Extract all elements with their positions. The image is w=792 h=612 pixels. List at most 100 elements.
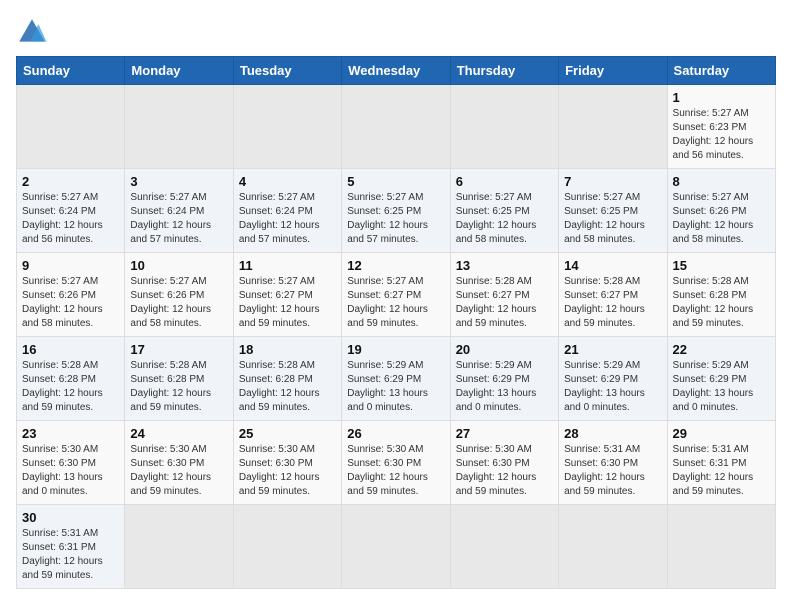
calendar-day-17: 17 Sunrise: 5:28 AM Sunset: 6:28 PM Dayli… — [125, 337, 233, 421]
day-number: 23 — [22, 426, 119, 441]
day-number: 9 — [22, 258, 119, 273]
calendar-week-3: 9 Sunrise: 5:27 AM Sunset: 6:26 PM Daylig… — [17, 253, 776, 337]
day-info: Sunrise: 5:28 AM Sunset: 6:28 PM Dayligh… — [673, 275, 770, 331]
calendar-header-wednesday: Wednesday — [342, 57, 450, 85]
day-info: Sunrise: 5:31 AM Sunset: 6:30 PM Dayligh… — [564, 443, 661, 499]
calendar-day-4: 4 Sunrise: 5:27 AM Sunset: 6:24 PM Daylig… — [233, 169, 341, 253]
calendar-day-19: 19 Sunrise: 5:29 AM Sunset: 6:29 PM Dayli… — [342, 337, 450, 421]
calendar-header-saturday: Saturday — [667, 57, 775, 85]
logo-icon — [16, 16, 48, 48]
day-number: 6 — [456, 174, 553, 189]
calendar-day-11: 11Sunrise: 5:27 AM Sunset: 6:27 PM Dayli… — [233, 253, 341, 337]
day-number: 5 — [347, 174, 444, 189]
calendar-day-5: 5 Sunrise: 5:27 AM Sunset: 6:25 PM Daylig… — [342, 169, 450, 253]
calendar-empty-cell — [233, 85, 341, 169]
day-number: 2 — [22, 174, 119, 189]
calendar-header-tuesday: Tuesday — [233, 57, 341, 85]
day-info: Sunrise: 5:27 AM Sunset: 6:24 PM Dayligh… — [239, 191, 336, 247]
calendar-day-30: 30Sunrise: 5:31 AM Sunset: 6:31 PM Dayli… — [17, 505, 125, 589]
calendar-empty-cell — [559, 505, 667, 589]
calendar-day-6: 6 Sunrise: 5:27 AM Sunset: 6:25 PM Daylig… — [450, 169, 558, 253]
day-info: Sunrise: 5:28 AM Sunset: 6:28 PM Dayligh… — [239, 359, 336, 415]
day-number: 26 — [347, 426, 444, 441]
day-number: 21 — [564, 342, 661, 357]
day-info: Sunrise: 5:29 AM Sunset: 6:29 PM Dayligh… — [673, 359, 770, 415]
calendar-empty-cell — [667, 505, 775, 589]
day-info: Sunrise: 5:27 AM Sunset: 6:24 PM Dayligh… — [22, 191, 119, 247]
calendar-day-2: 2 Sunrise: 5:27 AM Sunset: 6:24 PM Daylig… — [17, 169, 125, 253]
calendar-empty-cell — [125, 85, 233, 169]
calendar-week-2: 2 Sunrise: 5:27 AM Sunset: 6:24 PM Daylig… — [17, 169, 776, 253]
day-info: Sunrise: 5:28 AM Sunset: 6:27 PM Dayligh… — [564, 275, 661, 331]
day-number: 28 — [564, 426, 661, 441]
calendar-day-25: 25 Sunrise: 5:30 AM Sunset: 6:30 PM Dayli… — [233, 421, 341, 505]
day-info: Sunrise: 5:31 AM Sunset: 6:31 PM Dayligh… — [673, 443, 770, 499]
day-number: 20 — [456, 342, 553, 357]
calendar-empty-cell — [559, 85, 667, 169]
calendar-day-22: 22 Sunrise: 5:29 AM Sunset: 6:29 PM Dayli… — [667, 337, 775, 421]
calendar-empty-cell — [450, 505, 558, 589]
day-number: 12 — [347, 258, 444, 273]
calendar-day-18: 18 Sunrise: 5:28 AM Sunset: 6:28 PM Dayli… — [233, 337, 341, 421]
calendar-empty-cell — [342, 85, 450, 169]
day-info: Sunrise: 5:27 AM Sunset: 6:26 PM Dayligh… — [673, 191, 770, 247]
day-number: 16 — [22, 342, 119, 357]
calendar-header-friday: Friday — [559, 57, 667, 85]
day-info: Sunrise: 5:27 AM Sunset: 6:25 PM Dayligh… — [564, 191, 661, 247]
calendar-empty-cell — [125, 505, 233, 589]
calendar-week-4: 16 Sunrise: 5:28 AM Sunset: 6:28 PM Dayli… — [17, 337, 776, 421]
calendar-table: SundayMondayTuesdayWednesdayThursdayFrid… — [16, 56, 776, 589]
day-info: Sunrise: 5:27 AM Sunset: 6:27 PM Dayligh… — [347, 275, 444, 331]
day-number: 11 — [239, 258, 336, 273]
calendar-empty-cell — [233, 505, 341, 589]
day-info: Sunrise: 5:31 AM Sunset: 6:31 PM Dayligh… — [22, 527, 119, 583]
day-info: Sunrise: 5:29 AM Sunset: 6:29 PM Dayligh… — [456, 359, 553, 415]
day-info: Sunrise: 5:29 AM Sunset: 6:29 PM Dayligh… — [564, 359, 661, 415]
calendar-day-13: 13Sunrise: 5:28 AM Sunset: 6:27 PM Dayli… — [450, 253, 558, 337]
calendar-day-1: 1Sunrise: 5:27 AM Sunset: 6:23 PM Daylig… — [667, 85, 775, 169]
calendar-day-15: 15 Sunrise: 5:28 AM Sunset: 6:28 PM Dayli… — [667, 253, 775, 337]
calendar-day-21: 21 Sunrise: 5:29 AM Sunset: 6:29 PM Dayli… — [559, 337, 667, 421]
day-number: 7 — [564, 174, 661, 189]
day-info: Sunrise: 5:27 AM Sunset: 6:26 PM Dayligh… — [22, 275, 119, 331]
page-header — [16, 16, 776, 48]
calendar-week-5: 23 Sunrise: 5:30 AM Sunset: 6:30 PM Dayli… — [17, 421, 776, 505]
day-info: Sunrise: 5:27 AM Sunset: 6:26 PM Dayligh… — [130, 275, 227, 331]
day-info: Sunrise: 5:27 AM Sunset: 6:25 PM Dayligh… — [347, 191, 444, 247]
day-number: 22 — [673, 342, 770, 357]
day-number: 18 — [239, 342, 336, 357]
calendar-empty-cell — [342, 505, 450, 589]
day-info: Sunrise: 5:30 AM Sunset: 6:30 PM Dayligh… — [130, 443, 227, 499]
day-info: Sunrise: 5:30 AM Sunset: 6:30 PM Dayligh… — [22, 443, 119, 499]
calendar-day-20: 20 Sunrise: 5:29 AM Sunset: 6:29 PM Dayli… — [450, 337, 558, 421]
day-number: 29 — [673, 426, 770, 441]
day-number: 17 — [130, 342, 227, 357]
calendar-day-26: 26Sunrise: 5:30 AM Sunset: 6:30 PM Dayli… — [342, 421, 450, 505]
calendar-day-23: 23 Sunrise: 5:30 AM Sunset: 6:30 PM Dayli… — [17, 421, 125, 505]
calendar-header-row: SundayMondayTuesdayWednesdayThursdayFrid… — [17, 57, 776, 85]
day-info: Sunrise: 5:28 AM Sunset: 6:28 PM Dayligh… — [130, 359, 227, 415]
calendar-day-12: 12 Sunrise: 5:27 AM Sunset: 6:27 PM Dayli… — [342, 253, 450, 337]
day-info: Sunrise: 5:30 AM Sunset: 6:30 PM Dayligh… — [456, 443, 553, 499]
day-info: Sunrise: 5:27 AM Sunset: 6:23 PM Dayligh… — [673, 107, 770, 163]
calendar-day-29: 29 Sunrise: 5:31 AM Sunset: 6:31 PM Dayli… — [667, 421, 775, 505]
day-number: 4 — [239, 174, 336, 189]
calendar-week-6: 30Sunrise: 5:31 AM Sunset: 6:31 PM Dayli… — [17, 505, 776, 589]
calendar-empty-cell — [17, 85, 125, 169]
calendar-day-24: 24 Sunrise: 5:30 AM Sunset: 6:30 PM Dayli… — [125, 421, 233, 505]
calendar-header-monday: Monday — [125, 57, 233, 85]
day-number: 24 — [130, 426, 227, 441]
day-number: 13 — [456, 258, 553, 273]
day-number: 3 — [130, 174, 227, 189]
day-number: 27 — [456, 426, 553, 441]
calendar-day-27: 27 Sunrise: 5:30 AM Sunset: 6:30 PM Dayli… — [450, 421, 558, 505]
day-number: 10 — [130, 258, 227, 273]
day-info: Sunrise: 5:27 AM Sunset: 6:25 PM Dayligh… — [456, 191, 553, 247]
day-number: 15 — [673, 258, 770, 273]
day-number: 8 — [673, 174, 770, 189]
day-info: Sunrise: 5:30 AM Sunset: 6:30 PM Dayligh… — [239, 443, 336, 499]
day-info: Sunrise: 5:29 AM Sunset: 6:29 PM Dayligh… — [347, 359, 444, 415]
day-number: 25 — [239, 426, 336, 441]
day-info: Sunrise: 5:28 AM Sunset: 6:28 PM Dayligh… — [22, 359, 119, 415]
day-number: 19 — [347, 342, 444, 357]
